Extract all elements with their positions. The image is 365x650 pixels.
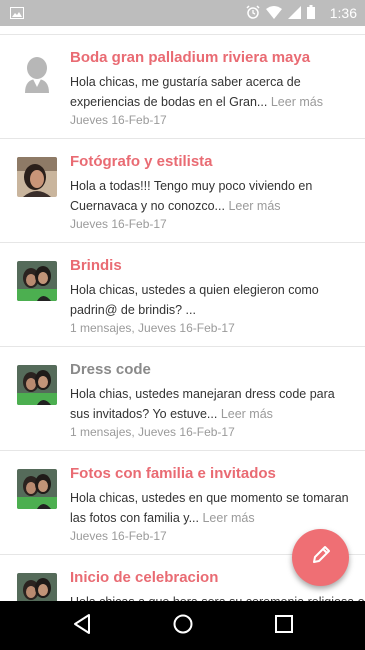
- thread-snippet: Hola chicas a que hora sera su ceremonia…: [70, 592, 365, 601]
- couple-photo-avatar: [17, 261, 57, 301]
- user-photo-avatar: [17, 157, 57, 197]
- thread-snippet: Hola chias, ustedes manejaran dress code…: [70, 387, 335, 421]
- recents-icon[interactable]: [274, 613, 294, 640]
- thread-title[interactable]: Fotógrafo y estilista: [70, 153, 213, 170]
- home-icon[interactable]: [172, 613, 194, 640]
- pencil-icon: [310, 544, 332, 571]
- default-avatar-icon: [17, 53, 57, 93]
- thread-item[interactable]: Dress code Hola chias, ustedes manejaran…: [0, 347, 365, 451]
- couple-photo-avatar: [17, 469, 57, 509]
- thread-title[interactable]: Boda gran palladium riviera maya: [70, 49, 310, 66]
- read-more-link[interactable]: Leer más: [202, 511, 254, 525]
- thread-meta: 1 mensajes, Jueves 16-Feb-17: [70, 321, 235, 335]
- thread-meta: Jueves 16-Feb-17: [70, 529, 167, 543]
- thread-snippet: Hola chicas, ustedes a quien elegieron c…: [70, 283, 319, 317]
- wifi-icon: [266, 5, 282, 24]
- thread-meta: Jueves 16-Feb-17: [70, 113, 167, 127]
- read-more-link[interactable]: Leer más: [271, 95, 323, 109]
- read-more-link[interactable]: Leer más: [221, 407, 273, 421]
- thread-snippet: Hola a todas!!! Tengo muy poco viviendo …: [70, 179, 313, 213]
- thread-title[interactable]: Brindis: [70, 257, 122, 274]
- status-time: 1:36: [329, 5, 357, 21]
- battery-icon: [307, 5, 315, 24]
- compose-button[interactable]: [292, 529, 349, 586]
- thread-meta: 1 mensajes, Jueves 16-Feb-17: [70, 425, 235, 439]
- couple-photo-avatar: [17, 365, 57, 405]
- read-more-link[interactable]: Leer más: [228, 199, 280, 213]
- list-top-divider: [0, 26, 365, 35]
- alarm-icon: [246, 5, 260, 24]
- thread-item[interactable]: Fotógrafo y estilista Hola a todas!!! Te…: [0, 139, 365, 243]
- thread-title[interactable]: Dress code: [70, 361, 151, 378]
- thread-snippet: Hola chicas, me gustaría saber acerca de…: [70, 75, 323, 109]
- thread-title[interactable]: Inicio de celebracion: [70, 569, 218, 586]
- gallery-icon: [10, 6, 24, 24]
- thread-item[interactable]: Boda gran palladium riviera maya Hola ch…: [0, 35, 365, 139]
- thread-title[interactable]: Fotos con familia e invitados: [70, 465, 276, 482]
- status-bar: 1:36: [0, 0, 365, 26]
- thread-meta: Jueves 16-Feb-17: [70, 217, 167, 231]
- navigation-bar: [0, 601, 365, 650]
- back-icon[interactable]: [72, 613, 92, 640]
- signal-icon: [288, 5, 301, 24]
- thread-list[interactable]: Boda gran palladium riviera maya Hola ch…: [0, 26, 365, 601]
- thread-snippet: Hola chicas, ustedes en que momento se t…: [70, 491, 349, 525]
- couple-photo-avatar: [17, 573, 57, 601]
- thread-item[interactable]: Brindis Hola chicas, ustedes a quien ele…: [0, 243, 365, 347]
